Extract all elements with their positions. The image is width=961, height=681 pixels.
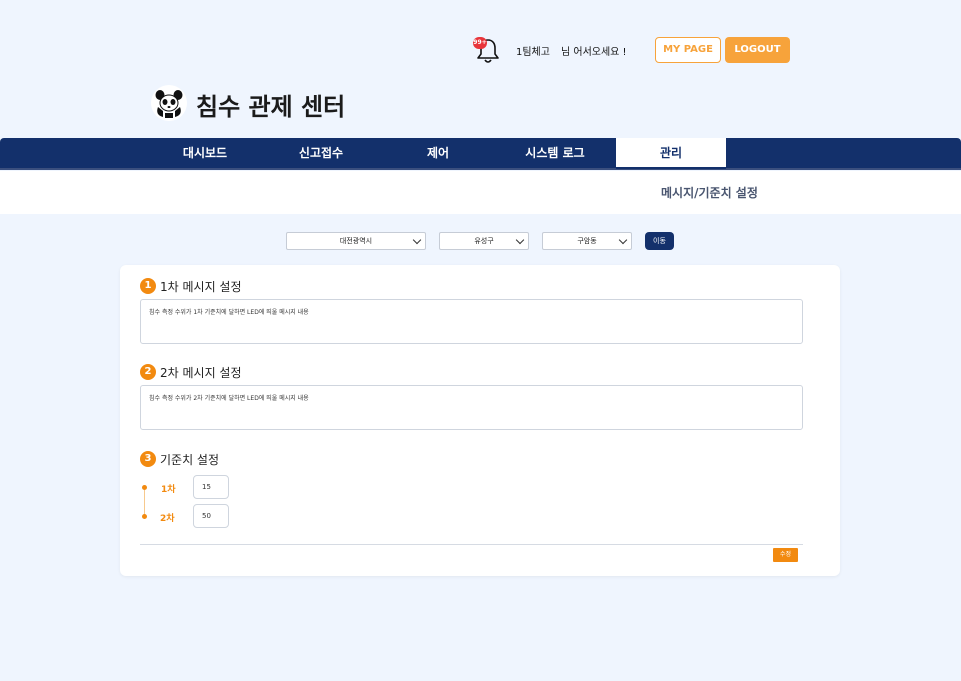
main-nav: 대시보드 신고접수 제어 시스템 로그 관리 [0, 138, 961, 170]
section-number: 3 [140, 451, 156, 467]
city-select-value: 대전광역시 [339, 237, 373, 245]
dong-select[interactable]: 구암동 [542, 232, 632, 250]
threshold-connector-line [144, 490, 145, 517]
threshold-label-2: 2차 [160, 514, 175, 524]
threshold-label-1: 1차 [161, 485, 176, 495]
welcome-text: 님 어서오세요 ! [561, 47, 627, 58]
chevron-down-icon [515, 235, 525, 245]
divider [140, 544, 803, 545]
sub-nav-item-message-threshold[interactable]: 메시지/기준치 설정 [661, 184, 758, 201]
second-message-textarea[interactable]: 침수 측정 수위가 2차 기준치에 달하면 LED에 띄울 메시지 내용 [140, 385, 803, 430]
section-title: 1차 메시지 설정 [160, 280, 242, 294]
notification-badge: 99+ [473, 37, 487, 49]
mypage-button[interactable]: MY PAGE [655, 37, 721, 63]
section-number: 1 [140, 278, 156, 294]
nav-item-report[interactable]: 신고접수 [266, 138, 376, 169]
page-title: 침수 관제 센터 [196, 93, 346, 121]
chevron-down-icon [412, 235, 422, 245]
threshold-input-2[interactable]: 50 [193, 504, 229, 528]
threshold-dot [142, 514, 147, 519]
chevron-down-icon [618, 235, 628, 245]
section-title: 2차 메시지 설정 [160, 366, 242, 380]
first-message-textarea[interactable]: 침수 측정 수위가 1차 기준치에 달하면 LED에 띄울 메시지 내용 [140, 299, 803, 344]
section-title: 기준치 설정 [160, 453, 220, 467]
nav-item-system-log[interactable]: 시스템 로그 [500, 138, 610, 169]
district-select[interactable]: 유성구 [439, 232, 529, 250]
district-select-value: 유성구 [474, 237, 494, 245]
threshold-dot [142, 485, 147, 490]
sub-nav [0, 171, 961, 214]
section-number: 2 [140, 364, 156, 380]
edit-button[interactable]: 수정 [773, 548, 798, 562]
nav-item-control[interactable]: 제어 [383, 138, 493, 169]
panda-logo-icon [151, 85, 187, 121]
city-select[interactable]: 대전광역시 [286, 232, 426, 250]
page: 99+ 1팀체고 님 어서오세요 ! MY PAGE LOGOUT 침수 관제 … [0, 0, 961, 681]
nav-item-dashboard[interactable]: 대시보드 [150, 138, 260, 169]
user-name: 1팀체고 [516, 47, 550, 58]
nav-item-manage[interactable]: 관리 [616, 138, 726, 169]
move-button[interactable]: 이동 [645, 232, 674, 250]
dong-select-value: 구암동 [577, 237, 597, 245]
logout-button[interactable]: LOGOUT [725, 37, 790, 63]
threshold-input-1[interactable]: 15 [193, 475, 229, 499]
